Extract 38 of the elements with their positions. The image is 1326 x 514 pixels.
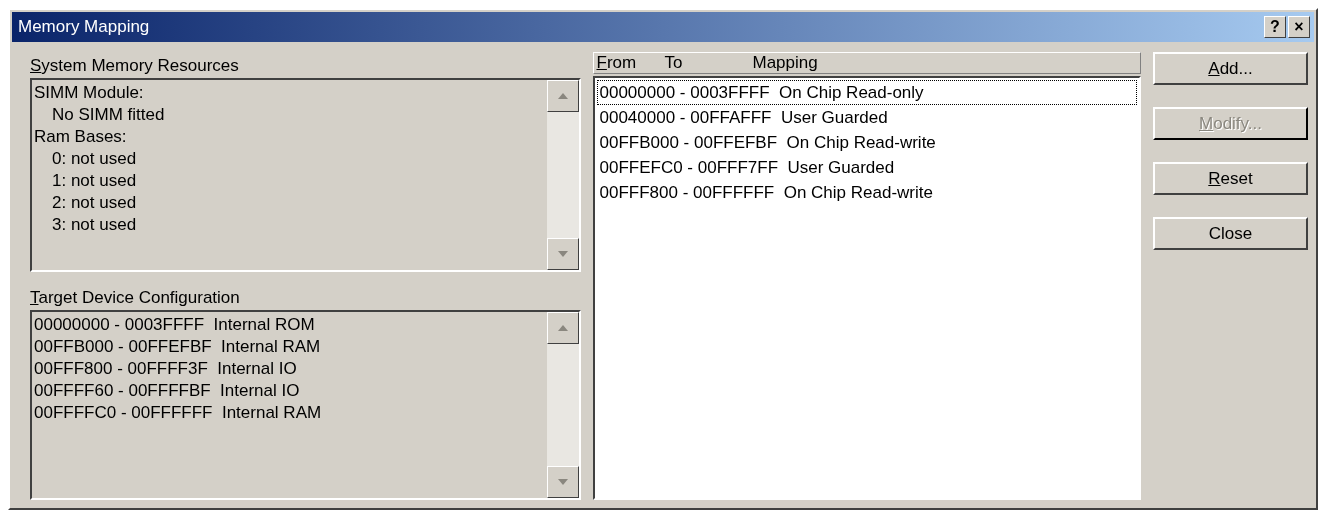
list-line: 2: not used [51,192,138,214]
window-title: Memory Mapping [18,16,151,39]
scroll-down-button[interactable] [547,238,580,270]
mapping-row[interactable]: 00FFEFC0 - 00FFF7FF User Guarded [597,155,1137,180]
list-line: 00FFFF60 - 00FFFFBF Internal IO [34,380,301,402]
scrollbar[interactable] [547,312,580,498]
mapping-row[interactable]: 00000000 - 0003FFFF On Chip Read-only [597,80,1137,105]
list-line: SIMM Module: [34,82,145,104]
column-header[interactable]: To [662,53,751,73]
up-arrow-icon [557,324,570,332]
list-line: 00FFB000 - 00FFEFBF Internal RAM [34,336,322,358]
list-line: No SIMM fitted [51,104,166,126]
mapping-row[interactable]: 00FFF800 - 00FFFFFF On Chip Read-write [597,180,1137,205]
scroll-down-button[interactable] [547,466,580,498]
mapping-row[interactable]: 00040000 - 00FFAFFF User Guarded [597,105,1137,130]
scroll-up-button[interactable] [547,80,580,112]
down-arrow-icon [557,478,570,486]
list-line: 0: not used [51,148,138,170]
scroll-up-button[interactable] [547,312,580,344]
list-line: 00FFFFC0 - 00FFFFFF Internal RAM [34,402,323,424]
list-line: Ram Bases: [34,126,128,148]
help-button[interactable]: ? [1264,16,1286,38]
mapping-row[interactable]: 00FFB000 - 00FFEFBF On Chip Read-write [597,130,1137,155]
up-arrow-icon [557,92,570,100]
dialog-button[interactable]: Reset [1153,162,1308,195]
column-header[interactable]: From [594,53,663,73]
column-header[interactable]: Mapping [750,53,951,73]
scrollbar[interactable] [547,80,580,270]
dialog-button[interactable]: Add... [1153,52,1308,85]
list-line: 3: not used [51,214,138,236]
list-line: 00FFF800 - 00FFFF3F Internal IO [34,358,298,380]
down-arrow-icon [557,250,570,258]
group-label: System Memory Resources [30,56,239,75]
list-line: 1: not used [51,170,138,192]
group-label: Target Device Configuration [30,288,240,307]
dialog-button[interactable]: Close [1153,217,1308,250]
list-line: 00000000 - 0003FFFF Internal ROM [34,314,316,336]
close-button[interactable]: × [1288,16,1310,38]
